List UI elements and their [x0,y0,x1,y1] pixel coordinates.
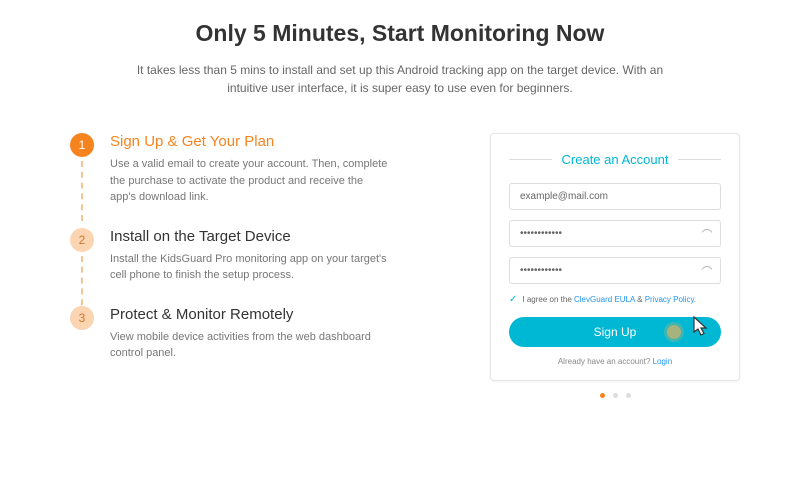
page-subtitle: It takes less than 5 mins to install and… [120,61,680,97]
password-field[interactable] [509,220,721,247]
step-desc-2: Install the KidsGuard Pro monitoring app… [110,251,390,284]
email-field[interactable] [509,183,721,210]
click-highlight-icon [667,325,681,339]
step-title-1: Sign Up & Get Your Plan [110,133,450,150]
eye-icon[interactable] [701,265,713,276]
carousel-dot-2[interactable] [613,393,618,398]
step-1: 1 Sign Up & Get Your Plan Use a valid em… [70,133,450,206]
step-title-2: Install on the Target Device [110,228,450,245]
form-heading: Create an Account [509,152,721,167]
step-desc-1: Use a valid email to create your account… [110,156,390,206]
step-desc-3: View mobile device activities from the w… [110,329,390,362]
step-number-1: 1 [70,133,94,157]
terms-row[interactable]: ✓ I agree on the ClevGuard EULA & Privac… [509,294,721,305]
carousel-dot-1[interactable] [600,393,605,398]
carousel-dot-3[interactable] [626,393,631,398]
privacy-link[interactable]: Privacy Policy [645,295,694,304]
agree-text: I agree on the [522,295,574,304]
page-title: Only 5 Minutes, Start Monitoring Now [60,20,740,47]
step-3: 3 Protect & Monitor Remotely View mobile… [70,306,450,362]
step-title-3: Protect & Monitor Remotely [110,306,450,323]
steps-column: 1 Sign Up & Get Your Plan Use a valid em… [60,133,450,398]
carousel-dots [490,393,740,398]
signup-form: Create an Account ✓ [490,133,740,381]
cursor-icon [691,315,711,344]
step-number-3: 3 [70,306,94,330]
already-account-row: Already have an account? Login [509,357,721,366]
signup-button[interactable]: Sign Up [509,317,721,347]
eula-link[interactable]: ClevGuard EULA [574,295,635,304]
eye-icon[interactable] [701,228,713,239]
step-2: 2 Install on the Target Device Install t… [70,228,450,284]
check-icon[interactable]: ✓ [509,294,517,305]
step-connector [81,161,83,221]
confirm-password-field[interactable] [509,257,721,284]
step-number-2: 2 [70,228,94,252]
login-link[interactable]: Login [653,357,673,366]
